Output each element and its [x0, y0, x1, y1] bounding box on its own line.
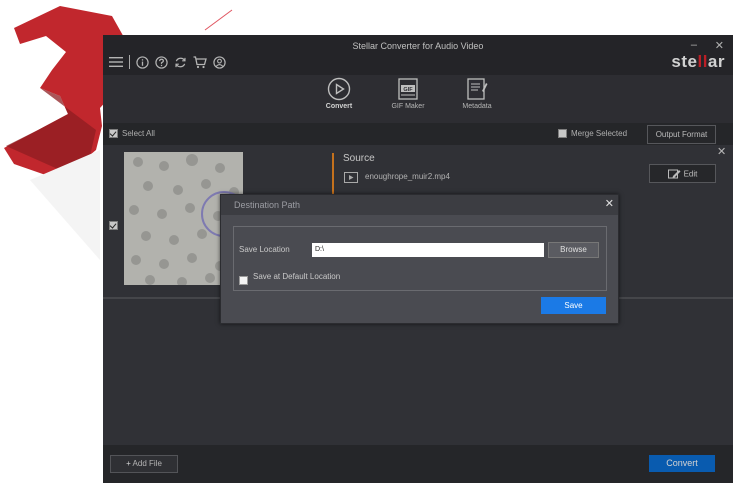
default-location-label: Save at Default Location [253, 272, 341, 281]
dialog-title: Destination Path [234, 200, 301, 210]
browse-button[interactable]: Browse [548, 242, 599, 258]
dialog-close-button[interactable]: ✕ [605, 197, 614, 210]
destination-path-dialog: Destination Path ✕ Save Location Browse … [220, 194, 619, 324]
save-location-label: Save Location [239, 245, 290, 254]
save-button[interactable]: Save [541, 297, 606, 314]
decorative-line [204, 9, 233, 31]
save-location-group: Save Location Browse Save at Default Loc… [233, 226, 607, 291]
save-location-input[interactable] [312, 243, 544, 257]
default-location-checkbox[interactable] [239, 272, 248, 290]
dialog-title-bar: Destination Path ✕ [221, 195, 618, 215]
